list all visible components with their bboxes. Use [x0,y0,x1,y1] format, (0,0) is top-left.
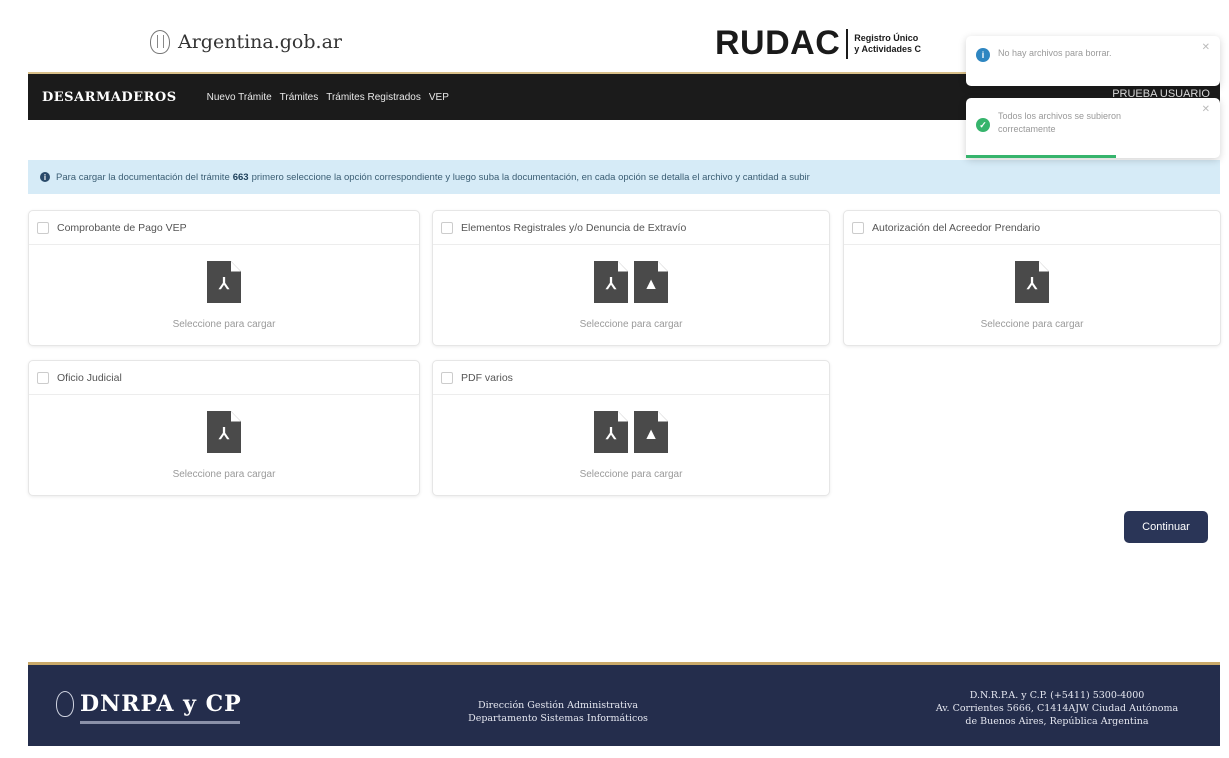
seal-icon [56,691,74,717]
card-title: PDF varios [461,371,513,384]
card-subtitle: Seleccione para cargar [980,319,1084,330]
rudac-subtitle-line1: Registro Único [854,32,919,43]
card-icons: ⅄ [207,409,241,453]
footer-contact-line3: de Buenos Aires, República Argentina [965,716,1149,727]
nav-link-tramites-registrados[interactable]: Trámites Registrados [326,92,421,103]
nav-link-nuevo-tramite[interactable]: Nuevo Trámite [207,92,272,103]
card-checkbox[interactable] [441,371,453,384]
footer-contact-line2: Av. Corrientes 5666, C1414AJW Ciudad Aut… [935,703,1179,714]
info-circle-icon: i [976,48,990,62]
close-icon[interactable]: ✕ [1202,104,1210,115]
card-title: Oficio Judicial [57,371,122,384]
footer-contact-line1: D.N.R.P.A. y C.P. (+5411) 5300-4000 [969,690,1145,701]
toast-progress-bar [966,155,1116,158]
dnrpa-logo[interactable]: DNRPA y CP [56,691,242,717]
nav-link-tramites[interactable]: Trámites [280,92,319,103]
card-icons: ⅄ ▲ [594,259,668,303]
alert-tramite-number: 663 [232,171,249,183]
upload-card-comprobante-vep[interactable]: Comprobante de Pago VEP ⅄ Seleccione par… [28,210,420,346]
toast-message: No hay archivos para borrar. [998,48,1112,58]
shield-icon [150,30,170,54]
card-header: PDF varios [433,361,829,395]
upload-card-elementos-registrales[interactable]: Elementos Registrales y/o Denuncia de Ex… [432,210,830,346]
upload-card-autorizacion-acreedor[interactable]: Autorización del Acreedor Prendario ⅄ Se… [843,210,1221,346]
footer-middle-text: Dirección Gestión Administrativa Departa… [438,699,678,725]
card-subtitle: Seleccione para cargar [172,319,276,330]
upload-card-pdf-varios[interactable]: PDF varios ⅄ ▲ Seleccione para cargar [432,360,830,496]
page: Argentina.gob.ar RUDAC Registro Único y … [0,0,1229,758]
card-title: Comprobante de Pago VEP [57,221,187,234]
pdf-icon: ⅄ [207,261,241,303]
card-body[interactable]: ⅄ Seleccione para cargar [29,395,419,480]
rudac-title: RUDAC [715,24,841,62]
card-title: Autorización del Acreedor Prendario [872,221,1041,234]
toast-message: Todos los archivos se subieron correctam… [998,111,1122,134]
card-header: Autorización del Acreedor Prendario [844,211,1220,245]
pdf-icon: ⅄ [594,261,628,303]
card-checkbox[interactable] [37,221,49,234]
card-header: Elementos Registrales y/o Denuncia de Ex… [433,211,829,245]
footer-middle-line2: Departamento Sistemas Informáticos [468,713,648,724]
info-icon: i [40,172,50,182]
card-body[interactable]: ⅄ Seleccione para cargar [29,245,419,330]
rudac-logo: RUDAC Registro Único y Actividades C [715,24,921,63]
toast-success: ✓ Todos los archivos se subieron correct… [966,98,1220,158]
footer: DNRPA y CP Dirección Gestión Administrat… [28,662,1220,746]
pdf-icon: ⅄ [594,411,628,453]
card-checkbox[interactable] [852,221,864,234]
pdf-icon: ⅄ [1015,261,1049,303]
pdf-icon: ⅄ [207,411,241,453]
navbar-brand[interactable]: DESARMADEROS [42,90,177,105]
footer-contact: D.N.R.P.A. y C.P. (+5411) 5300-4000 Av. … [902,689,1212,728]
image-file-icon: ▲ [634,261,668,303]
card-subtitle: Seleccione para cargar [579,469,683,480]
card-body[interactable]: ⅄ ▲ Seleccione para cargar [433,245,829,330]
card-body[interactable]: ⅄ ▲ Seleccione para cargar [433,395,829,480]
nav-link-vep[interactable]: VEP [429,92,449,103]
image-file-icon: ▲ [634,411,668,453]
card-icons: ⅄ [207,259,241,303]
card-checkbox[interactable] [441,221,453,234]
card-subtitle: Seleccione para cargar [579,319,683,330]
card-title: Elementos Registrales y/o Denuncia de Ex… [461,221,687,234]
rudac-subtitle-line2: y Actividades C [854,43,921,54]
card-body[interactable]: ⅄ Seleccione para cargar [844,245,1220,330]
dnrpa-logo-text: DNRPA y CP [80,691,242,717]
alert-text-after: primero seleccione la opción correspondi… [251,171,810,183]
info-alert: i Para cargar la documentación del trámi… [28,160,1220,194]
rudac-subtitle: Registro Único y Actividades C [854,33,921,55]
card-subtitle: Seleccione para cargar [172,469,276,480]
alert-text-before: Para cargar la documentación del trámite [56,171,230,183]
dnrpa-logo-tagline [80,721,240,724]
card-header: Oficio Judicial [29,361,419,395]
toast-info: i No hay archivos para borrar. ✕ [966,36,1220,86]
footer-middle-line1: Dirección Gestión Administrativa [477,700,639,711]
card-header: Comprobante de Pago VEP [29,211,419,245]
card-icons: ⅄ ▲ [594,409,668,453]
gob-logo-text: Argentina.gob.ar [178,31,342,53]
close-icon[interactable]: ✕ [1202,42,1210,53]
check-circle-icon: ✓ [976,118,990,132]
continue-button[interactable]: Continuar [1124,511,1208,543]
card-icons: ⅄ [1015,259,1049,303]
card-checkbox[interactable] [37,371,49,384]
upload-card-oficio-judicial[interactable]: Oficio Judicial ⅄ Seleccione para cargar [28,360,420,496]
argentina-gob-logo[interactable]: Argentina.gob.ar [150,30,342,54]
rudac-separator [846,28,849,59]
